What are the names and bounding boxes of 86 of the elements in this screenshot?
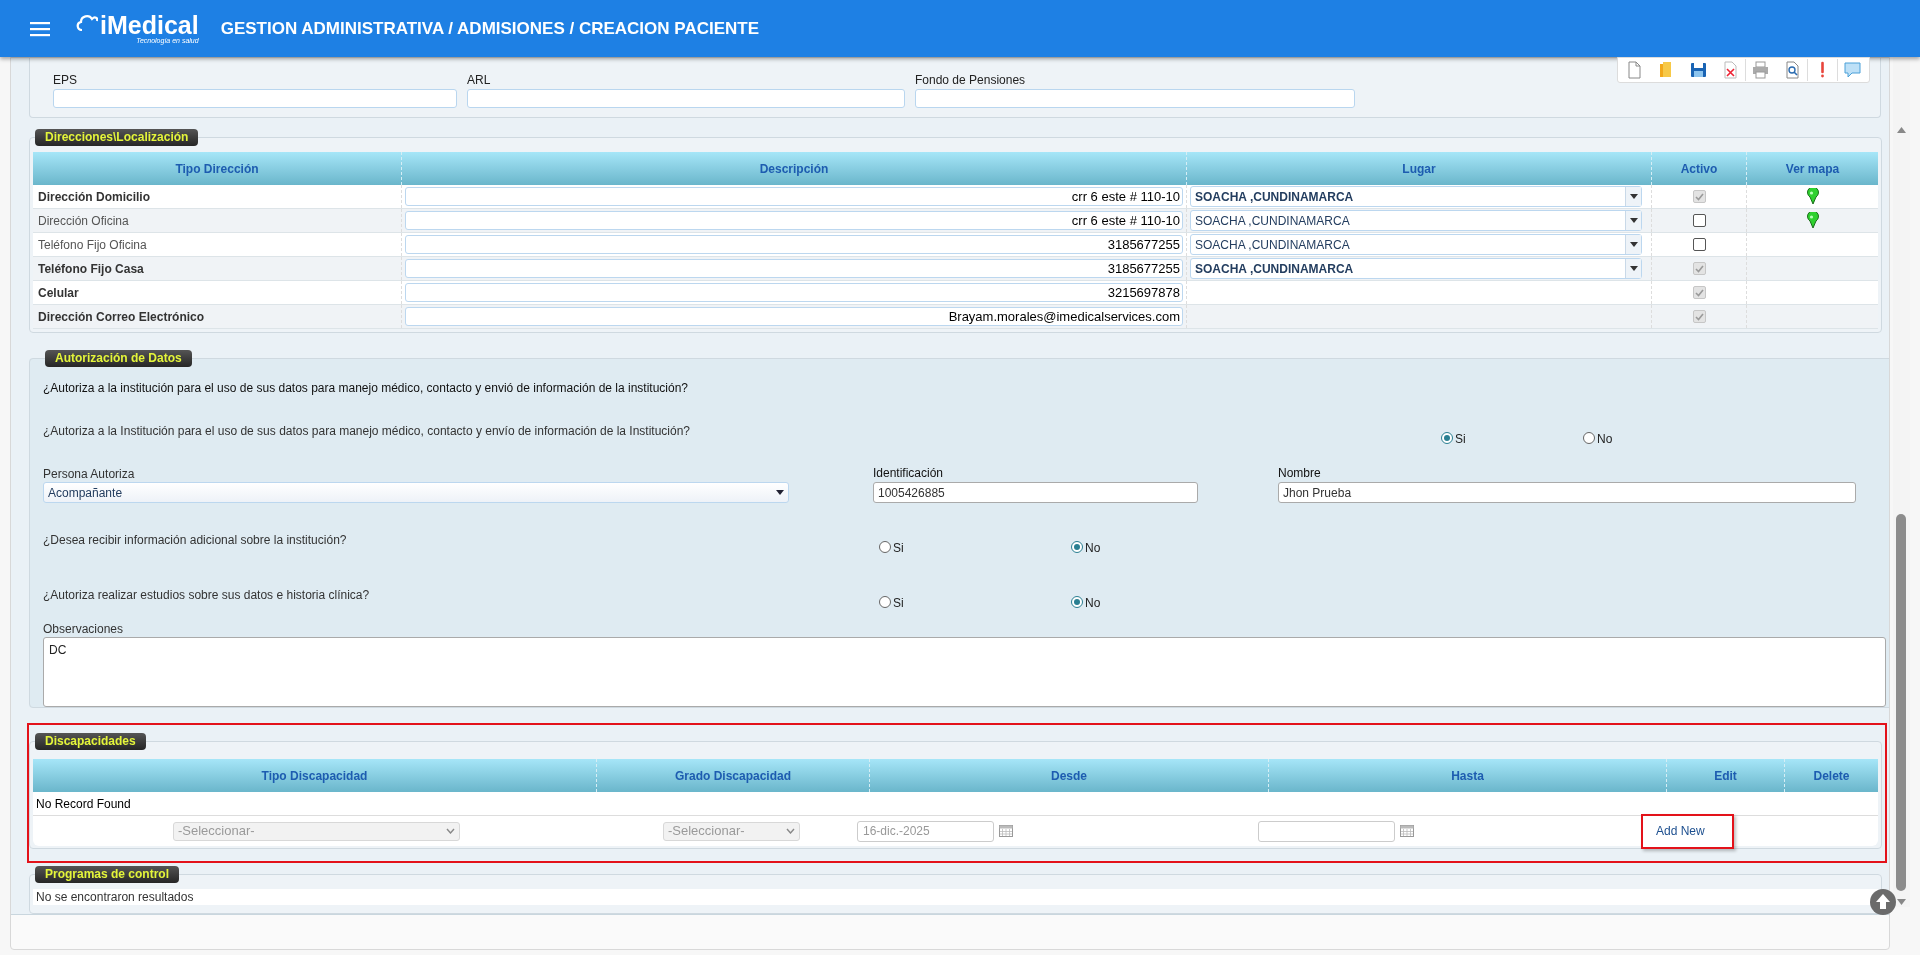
question-text: ¿Desea recibir información adicional sobre la institución? [43, 533, 348, 548]
dropdown[interactable]: SOACHA ,CUNDINAMARCA [1190, 210, 1642, 231]
radio-label: No [1597, 431, 1613, 448]
input-field[interactable] [53, 89, 457, 108]
field-value: Acompañante [48, 484, 124, 502]
question-text: ¿Autoriza a la institución para el uso de sus datos para manejo médico, contacto y envió de información de la institución? [43, 381, 690, 396]
print-icon[interactable] [1752, 61, 1769, 79]
caret-icon [1629, 194, 1638, 199]
logo-text: iMedical [100, 12, 199, 38]
field-value: 1005426885 [878, 484, 946, 502]
field-label: Identificación [873, 466, 945, 480]
add-new-button[interactable]: Add New [1641, 813, 1734, 849]
input-field[interactable] [915, 89, 1355, 108]
input-field[interactable]: 1005426885 [873, 482, 1198, 503]
table-cell-text: Teléfono Fijo Casa [38, 260, 144, 278]
dropdown-value: SOACHA ,CUNDINAMARCA [1194, 188, 1355, 206]
checkbox[interactable] [1692, 238, 1706, 251]
radio-button[interactable] [879, 595, 891, 608]
table-cell-text: Dirección Correo Electrónico [38, 308, 205, 326]
radio-label: Si [893, 595, 904, 612]
empty-message: No se encontraron resultados [36, 889, 194, 906]
field-label: ARL [467, 73, 492, 87]
scroll-up-icon [1897, 127, 1906, 133]
field-value: Jhon Prueba [1283, 484, 1353, 502]
radio-button[interactable] [1071, 595, 1083, 608]
radio-button[interactable] [1441, 431, 1453, 444]
cloud-icon [76, 12, 98, 31]
dropdown-value: -Seleccionar- [178, 822, 256, 841]
menu-icon[interactable] [30, 20, 50, 37]
input-field[interactable] [467, 89, 905, 108]
radio-button[interactable] [1583, 431, 1595, 444]
field-label: Observaciones [43, 622, 125, 636]
column-header: Tipo Discapacidad [260, 767, 369, 785]
save-icon[interactable] [1690, 61, 1707, 79]
table-cell-text: Teléfono Fijo Oficina [38, 236, 147, 254]
text-area[interactable]: DC [43, 637, 1886, 707]
table-cell-text: Dirección Oficina [38, 212, 129, 230]
input-field[interactable]: crr 6 este # 110-10 [405, 211, 1183, 230]
section-legend: Discapacidades [35, 733, 146, 750]
new-document-icon[interactable] [1626, 61, 1643, 79]
radio-label: Si [893, 540, 904, 557]
input-field[interactable]: Jhon Prueba [1278, 482, 1856, 503]
input-field[interactable]: 3185677255 [405, 235, 1183, 254]
dropdown-value: -Seleccionar- [668, 822, 746, 841]
radio-button[interactable] [879, 540, 891, 553]
table-cell-text: Celular [38, 284, 79, 302]
speech-bubble-icon[interactable] [1844, 61, 1861, 79]
calendar-icon[interactable] [999, 825, 1013, 837]
delete-document-icon[interactable] [1722, 61, 1739, 79]
section-legend: Autorización de Datos [45, 350, 192, 367]
chevron-down-icon [786, 828, 795, 834]
caret-icon [1629, 242, 1638, 247]
dropdown[interactable]: SOACHA ,CUNDINAMARCA [1190, 234, 1642, 255]
dropdown[interactable]: Acompañante [43, 482, 789, 503]
caret-icon [1629, 218, 1638, 223]
section-legend: Direcciones\Localización [35, 129, 199, 146]
column-header: Tipo Dirección [174, 160, 260, 178]
empty-message: No Record Found [36, 795, 131, 813]
caret-icon [1629, 266, 1638, 271]
question-text: ¿Autoriza realizar estudios sobre sus datos e historia clínica? [43, 588, 371, 603]
table-cell-text: Dirección Domicilio [38, 188, 151, 206]
dropdown-value: SOACHA ,CUNDINAMARCA [1194, 212, 1351, 230]
map-pin-icon[interactable] [1805, 212, 1820, 229]
calendar-icon[interactable] [1400, 825, 1414, 837]
scrollbar-thumb[interactable] [1896, 514, 1906, 891]
field-label: Fondo de Pensiones [915, 73, 1027, 87]
field-label: Nombre [1278, 466, 1322, 480]
scroll-to-top-icon[interactable] [1870, 889, 1896, 915]
radio-button[interactable] [1071, 540, 1083, 553]
caret-icon [776, 490, 784, 495]
section-legend: Programas de control [35, 866, 180, 883]
scroll-down-icon [1897, 899, 1906, 905]
chevron-down-icon [446, 828, 455, 834]
question-text: ¿Autoriza a la Institución para el uso de sus datos para manejo médico, contacto y envío de información de la Institución? [43, 424, 692, 439]
field-value: 16-dic.-2025 [863, 823, 930, 840]
radio-label: Si [1455, 431, 1466, 448]
page-title: GESTION ADMINISTRATIVA / ADMISIONES / CREACION PACIENTE [220, 17, 759, 40]
search-document-icon[interactable] [1784, 61, 1801, 79]
radio-label: No [1085, 540, 1101, 557]
dropdown-value: SOACHA ,CUNDINAMARCA [1194, 260, 1355, 278]
checkbox[interactable] [1692, 214, 1706, 227]
field-label: EPS [53, 73, 78, 87]
radio-label: No [1085, 595, 1101, 612]
field-label: Persona Autoriza [43, 467, 136, 481]
dropdown-value: SOACHA ,CUNDINAMARCA [1194, 236, 1351, 254]
date-field[interactable] [1258, 820, 1395, 842]
